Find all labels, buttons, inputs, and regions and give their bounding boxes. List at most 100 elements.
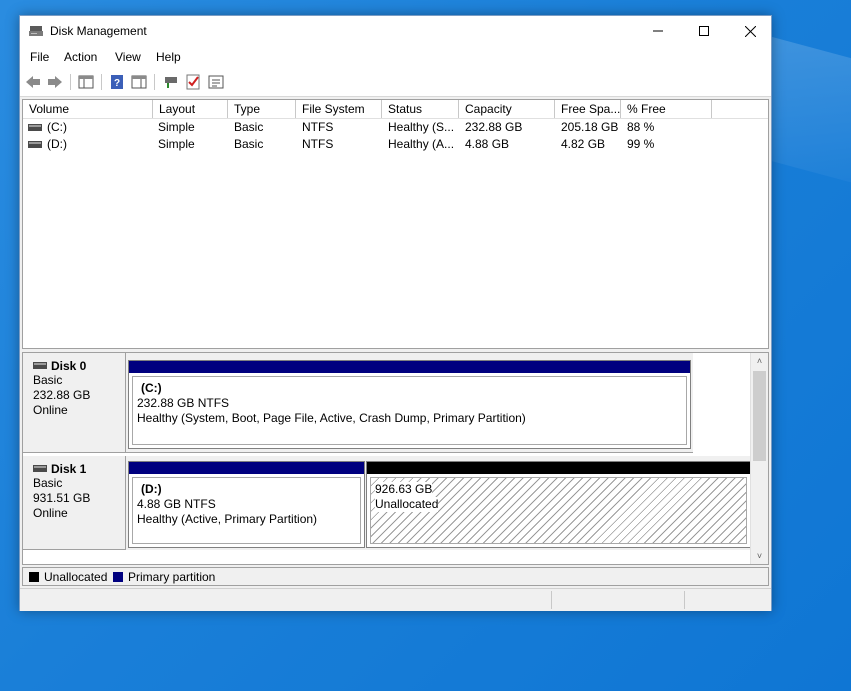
volume-list-header: Volume Layout Type File System Status Ca… xyxy=(23,100,768,119)
column-header-percent-free[interactable]: % Free xyxy=(621,100,712,118)
volume-list: Volume Layout Type File System Status Ca… xyxy=(22,99,769,349)
partition-c-details: (C:) 232.88 GB NTFS Healthy (System, Boo… xyxy=(132,376,687,445)
menu-help[interactable]: Help xyxy=(156,50,181,64)
legend-primary-partition: Primary partition xyxy=(128,570,216,584)
status-separator xyxy=(684,591,685,609)
table-row[interactable]: (D:) Simple Basic NTFS Healthy (A... 4.8… xyxy=(23,136,768,153)
column-header-file-system[interactable]: File System xyxy=(296,100,382,118)
disk-graphical-view: Disk 0 Basic 232.88 GB Online (C:) 232.8… xyxy=(22,352,769,565)
connect-disk-icon[interactable] xyxy=(162,73,180,91)
disk-1-area: (D:) 4.88 GB NTFS Healthy (Active, Prima… xyxy=(126,456,752,550)
cell-layout: Simple xyxy=(158,137,195,151)
column-header-free-space[interactable]: Free Spa... xyxy=(555,100,621,118)
help-icon[interactable]: ? xyxy=(108,73,126,91)
title-bar[interactable]: Disk Management xyxy=(20,16,771,48)
window-title: Disk Management xyxy=(50,24,147,38)
disk-management-window: Disk Management File Action View Help ? … xyxy=(19,15,772,611)
cell-free-space: 205.18 GB xyxy=(561,120,619,134)
maximize-button[interactable] xyxy=(681,16,727,46)
partition-d[interactable]: (D:) 4.88 GB NTFS Healthy (Active, Prima… xyxy=(128,461,365,548)
toolbar-separator xyxy=(101,74,102,90)
properties-check-icon[interactable] xyxy=(184,73,202,91)
status-separator xyxy=(551,591,552,609)
show-hide-console-tree-icon[interactable] xyxy=(77,73,95,91)
column-header-layout[interactable]: Layout xyxy=(153,100,228,118)
disk-name: Disk 0 xyxy=(51,359,87,373)
partition-label: (C:) xyxy=(141,381,162,395)
partition-status: Healthy (System, Boot, Page File, Active… xyxy=(137,411,526,425)
unallocated-size: 926.63 GB xyxy=(375,482,433,497)
back-arrow-icon[interactable] xyxy=(24,73,42,91)
action-pane-icon[interactable] xyxy=(130,73,148,91)
column-header-volume[interactable]: Volume xyxy=(23,100,153,118)
menu-action[interactable]: Action xyxy=(64,50,97,64)
cell-file-system: NTFS xyxy=(302,137,334,151)
cell-free-space: 4.82 GB xyxy=(561,137,606,151)
column-header-capacity[interactable]: Capacity xyxy=(459,100,555,118)
disk-status: Online xyxy=(33,403,68,417)
disk-0-area: (C:) 232.88 GB NTFS Healthy (System, Boo… xyxy=(126,353,693,453)
column-header-status[interactable]: Status xyxy=(382,100,459,118)
close-button[interactable] xyxy=(727,16,773,46)
disk-status: Online xyxy=(33,506,68,520)
cell-status: Healthy (S... xyxy=(388,120,455,134)
primary-partition-swatch xyxy=(113,572,123,582)
menu-file[interactable]: File xyxy=(30,50,49,64)
volume-icon xyxy=(28,141,42,148)
settings-list-icon[interactable] xyxy=(207,73,225,91)
volume-icon xyxy=(28,124,42,131)
partition-label: (D:) xyxy=(141,482,162,496)
unallocated-space[interactable]: 926.63 GB Unallocated xyxy=(366,461,751,548)
disk-0-label[interactable]: Disk 0 Basic 232.88 GB Online xyxy=(23,353,126,453)
cell-percent-free: 99 % xyxy=(627,137,655,151)
table-row[interactable]: (C:) Simple Basic NTFS Healthy (S... 232… xyxy=(23,119,768,136)
partition-size: 4.88 GB NTFS xyxy=(137,497,216,511)
primary-partition-bar xyxy=(129,361,690,373)
disk-icon xyxy=(33,362,47,369)
forward-arrow-icon[interactable] xyxy=(46,73,64,91)
toolbar-separator xyxy=(154,74,155,90)
minimize-icon xyxy=(653,30,663,32)
cell-volume: (C:) xyxy=(47,120,67,134)
unallocated-swatch xyxy=(29,572,39,582)
scroll-up-arrow-icon[interactable]: ˄ xyxy=(751,353,768,369)
svg-text:?: ? xyxy=(114,78,120,89)
minimize-button[interactable] xyxy=(635,16,681,46)
cell-type: Basic xyxy=(234,137,264,151)
disk-size: 232.88 GB xyxy=(33,388,91,402)
cell-capacity: 232.88 GB xyxy=(465,120,523,134)
disk-type: Basic xyxy=(33,476,63,490)
menu-view[interactable]: View xyxy=(115,50,141,64)
primary-partition-bar xyxy=(129,462,364,474)
cell-status: Healthy (A... xyxy=(388,137,455,151)
disk-size: 931.51 GB xyxy=(33,491,91,505)
scroll-down-arrow-icon[interactable]: ˅ xyxy=(751,548,768,564)
maximize-icon xyxy=(699,26,709,36)
graph-scrollbar[interactable]: ˄ ˅ xyxy=(750,353,768,564)
cell-capacity: 4.88 GB xyxy=(465,137,510,151)
partition-d-details: (D:) 4.88 GB NTFS Healthy (Active, Prima… xyxy=(132,477,361,544)
status-bar xyxy=(20,588,771,611)
disk-management-app-icon xyxy=(29,26,43,36)
toolbar-separator xyxy=(70,74,71,90)
legend-unallocated: Unallocated xyxy=(44,570,108,584)
cell-file-system: NTFS xyxy=(302,120,334,134)
unallocated-status: Unallocated xyxy=(375,497,439,512)
partition-size: 232.88 GB NTFS xyxy=(137,396,230,410)
close-icon xyxy=(744,25,756,37)
disk-name: Disk 1 xyxy=(51,462,87,476)
partition-status: Healthy (Active, Primary Partition) xyxy=(137,512,318,526)
cell-type: Basic xyxy=(234,120,264,134)
scroll-thumb[interactable] xyxy=(753,371,766,461)
toolbar: ? xyxy=(20,68,771,97)
unallocated-bar xyxy=(367,462,750,474)
cell-percent-free: 88 % xyxy=(627,120,655,134)
disk-1-label[interactable]: Disk 1 Basic 931.51 GB Online xyxy=(23,456,126,550)
column-header-type[interactable]: Type xyxy=(228,100,296,118)
cell-volume: (D:) xyxy=(47,137,67,151)
partition-c[interactable]: (C:) 232.88 GB NTFS Healthy (System, Boo… xyxy=(128,360,691,449)
menu-bar: File Action View Help xyxy=(20,48,771,68)
unallocated-details: 926.63 GB Unallocated xyxy=(370,477,747,544)
cell-layout: Simple xyxy=(158,120,195,134)
legend: Unallocated Primary partition xyxy=(22,567,769,586)
